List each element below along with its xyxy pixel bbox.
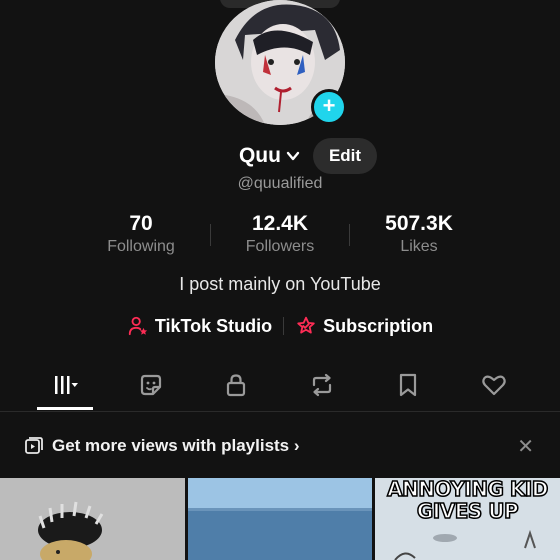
stat-likes[interactable]: 507.3K Likes	[349, 212, 489, 256]
thumbnail-caption-line: ANNOYING KID	[386, 478, 549, 501]
stat-value: 507.3K	[385, 212, 453, 235]
stat-label: Likes	[400, 238, 438, 255]
stat-label: Followers	[245, 238, 315, 255]
tiktok-studio-link[interactable]: TikTok Studio	[127, 315, 272, 337]
tab-reposts[interactable]	[294, 362, 350, 408]
close-icon[interactable]: ✕	[517, 434, 534, 459]
profile-name: Quu	[238, 144, 281, 167]
video-thumbnail[interactable]	[188, 478, 372, 560]
person-star-icon	[128, 316, 147, 336]
playlist-banner[interactable]: Get more views with playlists › ✕	[0, 412, 560, 478]
edit-profile-button[interactable]: Edit	[312, 138, 378, 174]
content-tabs	[0, 362, 560, 412]
tab-liked[interactable]	[466, 362, 522, 408]
subscription-icon	[297, 316, 315, 334]
profile-links: TikTok Studio Subscription	[0, 315, 560, 337]
name-row: Quu Edit	[0, 138, 560, 174]
video-grid: ANNOYING KID GIVES UP	[0, 478, 560, 560]
stat-value: 70	[129, 212, 153, 235]
thumbnail-caption-line: GIVES UP	[416, 499, 519, 523]
tab-private[interactable]	[208, 362, 264, 408]
profile-name-switcher[interactable]: Quu	[239, 144, 301, 168]
link-divider	[283, 317, 285, 335]
tab-stickers[interactable]	[123, 362, 179, 408]
video-thumbnail[interactable]	[0, 478, 185, 560]
repost-icon	[312, 373, 332, 397]
playlist-icon	[25, 437, 43, 454]
subscription-link[interactable]: Subscription	[295, 315, 433, 337]
profile-bio: I post mainly on YouTube	[179, 274, 381, 294]
playlist-prompt-text: Get more views with playlists ›	[52, 436, 300, 455]
chevron-down-icon	[286, 151, 300, 161]
profile-stats: 70 Following 12.4K Followers 507.3K Like…	[0, 212, 560, 262]
tab-videos[interactable]	[37, 362, 93, 408]
profile-handle: @quualified	[237, 175, 323, 192]
thumbnail-image	[188, 478, 372, 560]
bookmark-icon	[399, 373, 417, 397]
stat-value: 12.4K	[251, 212, 309, 235]
stat-followers[interactable]: 12.4K Followers	[210, 212, 350, 256]
video-thumbnail[interactable]: ANNOYING KID GIVES UP	[375, 478, 560, 560]
subscription-label: Subscription	[323, 315, 434, 336]
add-story-button[interactable]: +	[311, 89, 347, 125]
tiktok-studio-label: TikTok Studio	[154, 315, 273, 336]
thumbnail-caption: ANNOYING KID GIVES UP	[375, 478, 560, 523]
lock-icon	[226, 374, 246, 397]
grid-icon	[55, 376, 78, 394]
heart-icon	[482, 375, 506, 396]
stat-following[interactable]: 70 Following	[71, 212, 211, 256]
plus-icon: +	[322, 93, 336, 118]
active-tab-indicator	[37, 407, 93, 410]
tab-favorites[interactable]	[380, 362, 436, 408]
sticker-icon	[140, 374, 162, 396]
thumbnail-image	[0, 478, 185, 560]
stat-label: Following	[107, 238, 175, 255]
playlist-prompt[interactable]: Get more views with playlists ›	[24, 436, 300, 456]
